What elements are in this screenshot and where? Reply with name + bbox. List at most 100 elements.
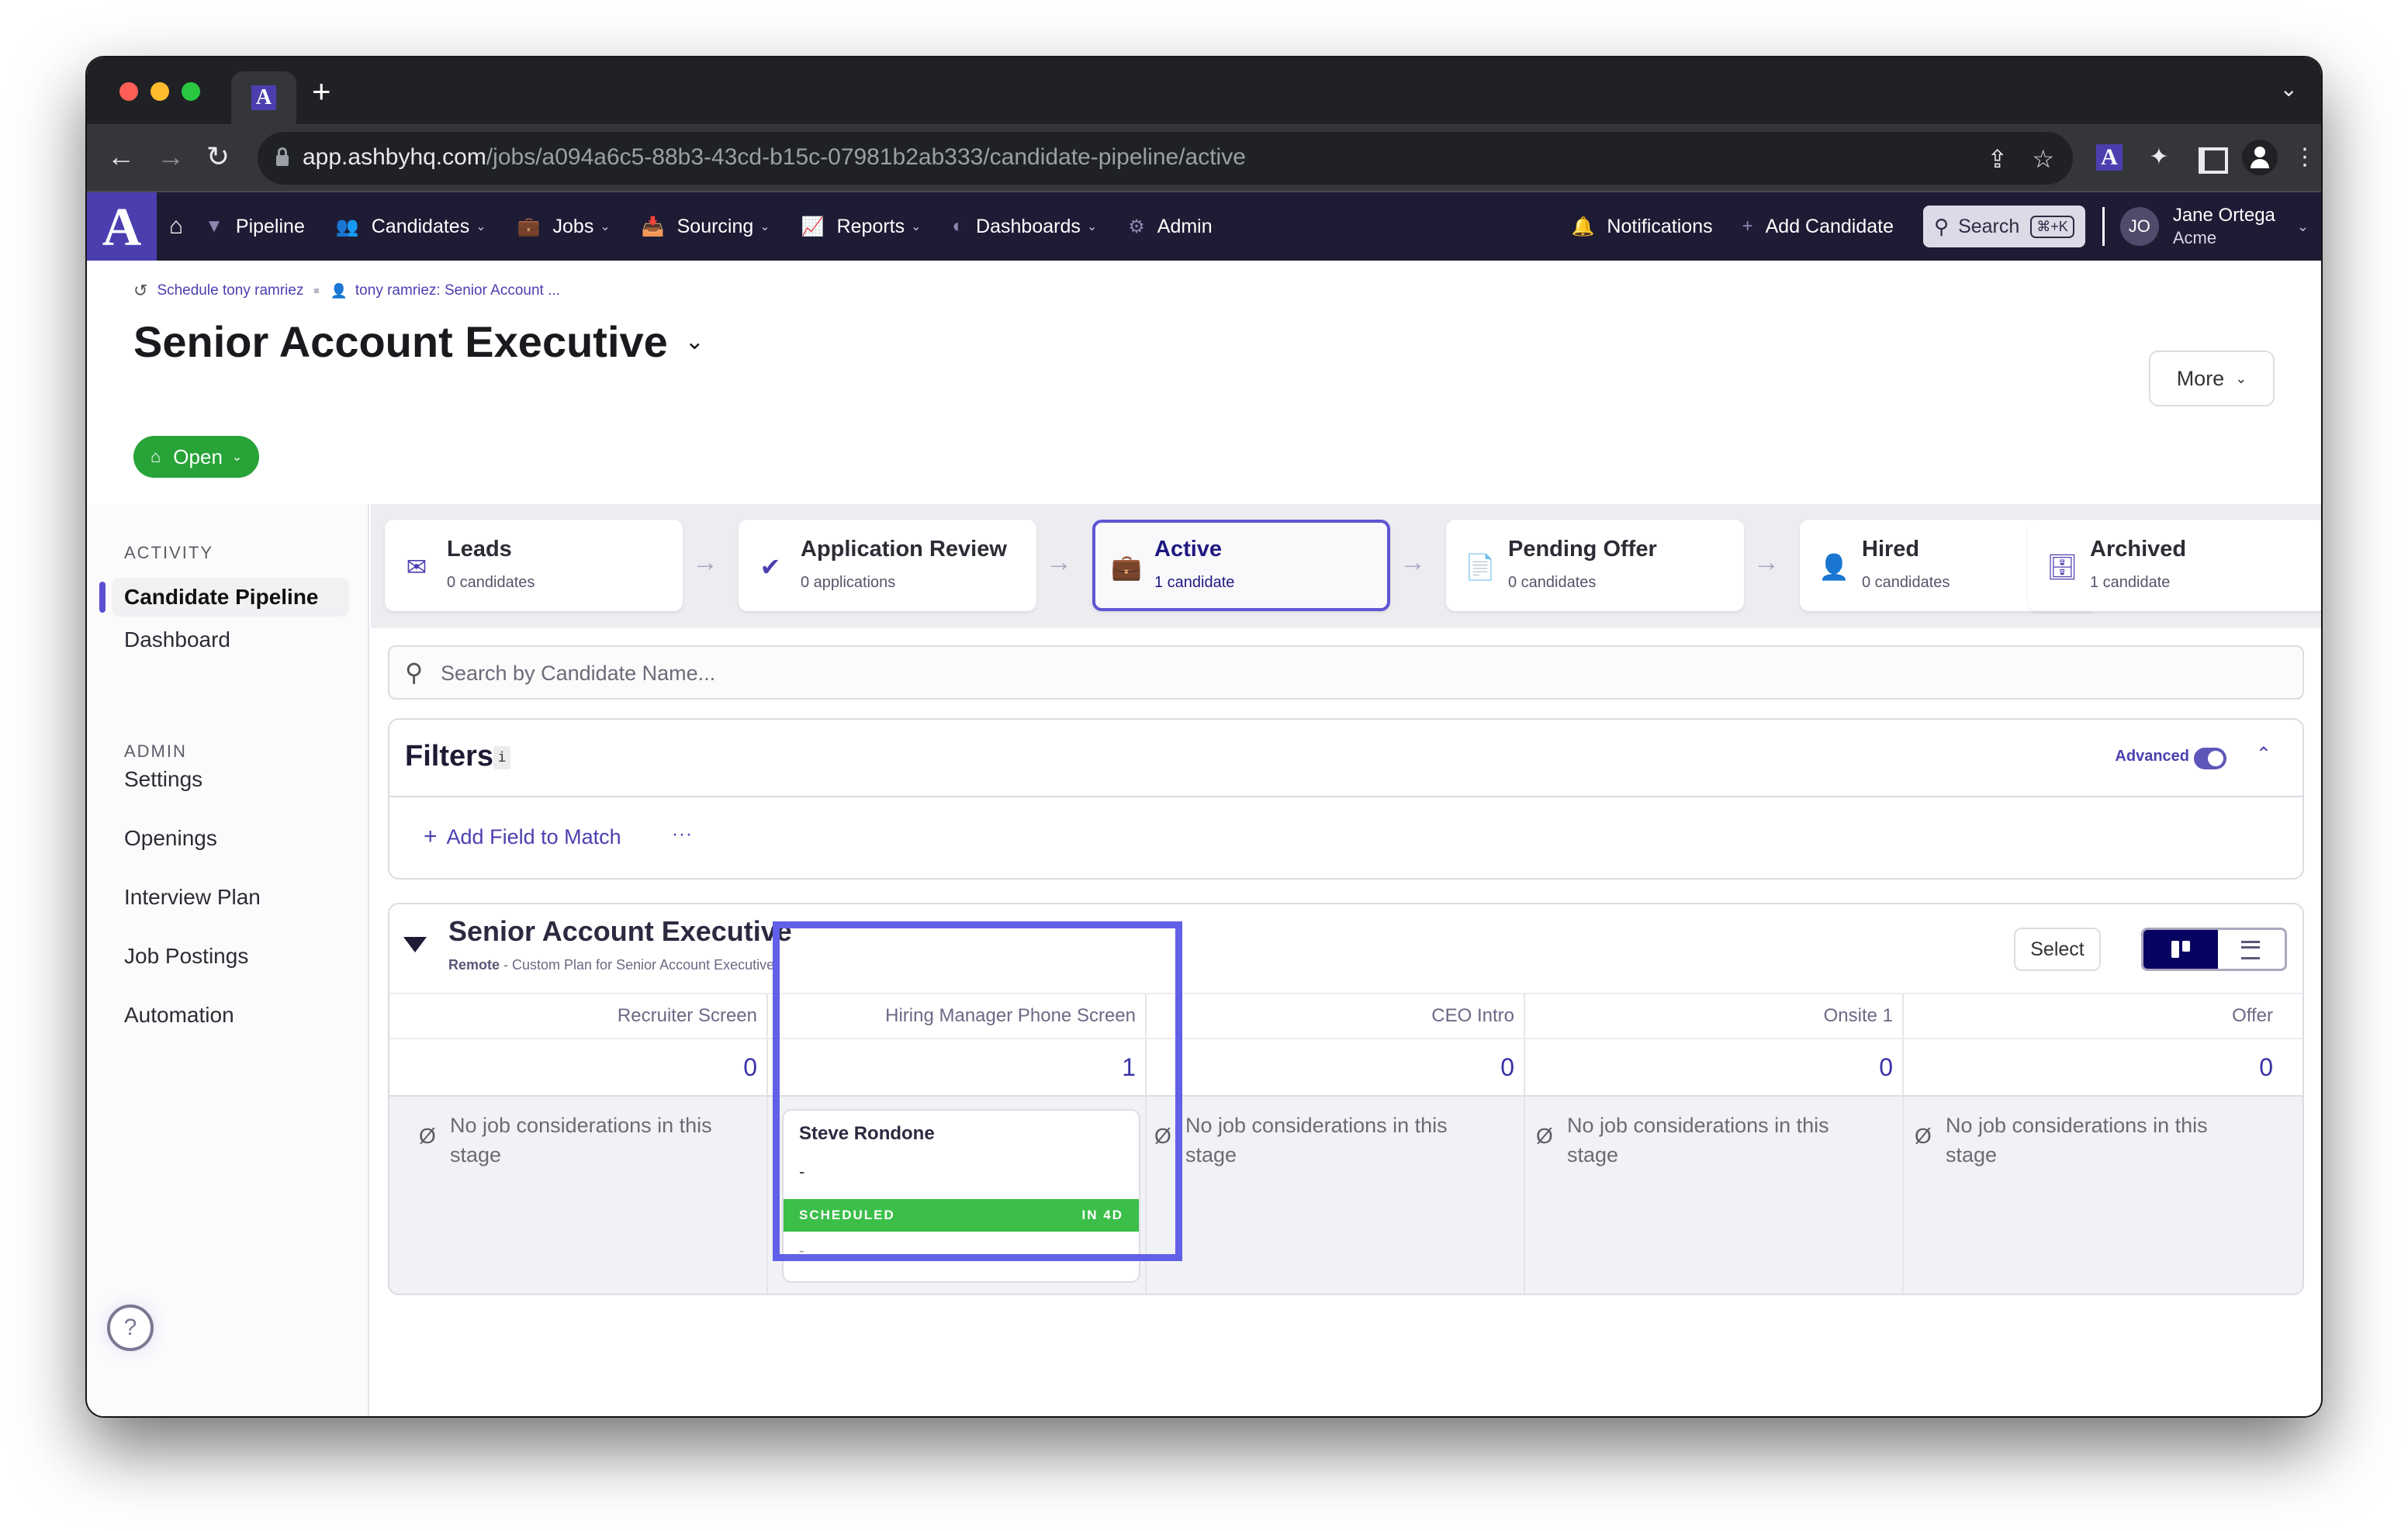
add-candidate-button[interactable]: + Add Candidate bbox=[1742, 216, 1894, 238]
status-label: Open bbox=[173, 444, 223, 468]
active-indicator bbox=[99, 582, 106, 613]
candidate-card[interactable]: Steve Rondone - SCHEDULED IN 4D - bbox=[782, 1109, 1140, 1283]
chevron-down-icon: ⌄ bbox=[911, 220, 922, 233]
select-button[interactable]: Select bbox=[2014, 928, 2101, 971]
column-name: Offer bbox=[2232, 1005, 2273, 1026]
close-window-button[interactable] bbox=[119, 82, 138, 101]
global-search-button[interactable]: ⚲ Search ⌘+K bbox=[1923, 206, 2085, 247]
chevron-up-icon[interactable]: ⌃ bbox=[2256, 743, 2271, 766]
plan-header: Senior Account Executive Remote - Custom… bbox=[389, 904, 2302, 994]
maximize-window-button[interactable] bbox=[182, 82, 200, 101]
column-count: 1 bbox=[1122, 1053, 1136, 1081]
breadcrumb-separator bbox=[314, 289, 320, 293]
user-avatar[interactable]: JO bbox=[2119, 207, 2159, 246]
stage-count: 0 candidates bbox=[1508, 574, 1597, 591]
column-count-cell: 0 bbox=[1525, 1039, 1904, 1095]
help-button[interactable]: ? bbox=[107, 1305, 154, 1351]
nav-divider bbox=[2102, 207, 2105, 246]
nav-admin[interactable]: ⚙ Admin bbox=[1128, 216, 1212, 238]
address-bar[interactable]: app.ashbyhq.com/jobs/a094a6c5-88b3-43cd-… bbox=[258, 132, 2073, 185]
notifications-button[interactable]: 🔔 Notifications bbox=[1572, 216, 1713, 238]
tab-search-chevron-icon[interactable]: ⌄ bbox=[2280, 76, 2298, 102]
side-panel-icon[interactable] bbox=[2195, 144, 2228, 174]
stage-name: Pending Offer bbox=[1508, 537, 1657, 562]
nav-sourcing[interactable]: 📥 Sourcing ⌄ bbox=[642, 216, 770, 238]
nav-dashboards[interactable]: ◐ Dashboards ⌄ bbox=[953, 216, 1098, 238]
chevron-down-icon: ⌄ bbox=[2235, 370, 2247, 386]
advanced-toggle[interactable] bbox=[2194, 748, 2226, 769]
url-text[interactable]: app.ashbyhq.com/jobs/a094a6c5-88b3-43cd-… bbox=[303, 144, 1246, 171]
collapse-caret-icon[interactable] bbox=[403, 937, 427, 952]
briefcase-icon: 💼 bbox=[517, 216, 541, 237]
ashby-extension-icon[interactable]: A bbox=[2096, 144, 2123, 171]
reload-icon[interactable]: ↻ bbox=[206, 141, 230, 172]
interview-plan-board: Senior Account Executive Remote - Custom… bbox=[388, 903, 2304, 1295]
nav-pipeline[interactable]: ▼ Pipeline bbox=[205, 216, 305, 238]
chevron-down-icon: ⌄ bbox=[476, 220, 486, 233]
column-body-recruiter-screen: Ø No job considerations in this stage bbox=[389, 1097, 768, 1294]
sidebar-item-job-postings[interactable]: Job Postings bbox=[112, 937, 349, 976]
sidebar-item-candidate-pipeline[interactable]: Candidate Pipeline bbox=[112, 578, 349, 617]
more-button[interactable]: More ⌄ bbox=[2149, 351, 2275, 406]
sidebar-item-automation[interactable]: Automation bbox=[112, 996, 349, 1035]
list-view-icon[interactable] bbox=[2218, 930, 2285, 969]
sidebar-item-dashboard[interactable]: Dashboard bbox=[112, 620, 349, 659]
more-label: More bbox=[2176, 366, 2225, 390]
search-label: Search bbox=[1958, 215, 2020, 237]
sidebar: ACTIVITY Candidate Pipeline Dashboard AD… bbox=[87, 504, 369, 1416]
add-field-to-match-button[interactable]: + Add Field to Match bbox=[424, 824, 621, 850]
column-count: 0 bbox=[1879, 1053, 1893, 1081]
empty-state-text: No job considerations in this stage bbox=[1185, 1114, 1448, 1166]
sidebar-item-interview-plan[interactable]: Interview Plan bbox=[112, 878, 349, 917]
nav-candidates[interactable]: 👥 Candidates ⌄ bbox=[336, 216, 486, 238]
stage-pending-offer[interactable]: 📄 Pending Offer 0 candidates bbox=[1446, 520, 1744, 611]
user-org: Acme bbox=[2172, 228, 2217, 247]
bookmark-star-icon[interactable]: ☆ bbox=[2032, 144, 2054, 174]
chart-icon: 📈 bbox=[801, 216, 825, 237]
back-arrow-icon[interactable]: ← bbox=[107, 141, 135, 172]
search-icon: ⚲ bbox=[405, 658, 424, 686]
new-tab-button[interactable]: + bbox=[312, 73, 331, 110]
column-body-ceo-intro: Ø No job considerations in this stage bbox=[1147, 1097, 1525, 1294]
browser-menu-icon[interactable]: ⋮ bbox=[2292, 144, 2318, 171]
info-icon[interactable]: i bbox=[493, 746, 510, 769]
minimize-window-button[interactable] bbox=[150, 82, 169, 101]
stage-active[interactable]: 💼 Active 1 candidate bbox=[1092, 520, 1390, 611]
empty-set-icon: Ø bbox=[1154, 1124, 1171, 1148]
sidebar-item-openings[interactable]: Openings bbox=[112, 819, 349, 858]
home-icon[interactable]: ⌂ bbox=[169, 213, 183, 240]
stage-name: Leads bbox=[447, 537, 512, 562]
chevron-down-icon[interactable]: ⌄ bbox=[2297, 219, 2309, 235]
column-body-offer: Ø No job considerations in this stage bbox=[1904, 1097, 2282, 1294]
sidebar-item-settings[interactable]: Settings bbox=[112, 760, 349, 799]
breadcrumb-item[interactable]: Schedule tony ramriez bbox=[157, 282, 303, 299]
job-title-dropdown[interactable]: Senior Account Executive ⌄ bbox=[133, 316, 704, 367]
more-options-icon[interactable]: ··· bbox=[672, 824, 693, 845]
nav-pipeline-label: Pipeline bbox=[235, 215, 305, 237]
empty-state-text: No job considerations in this stage bbox=[1567, 1114, 1829, 1166]
stage-leads[interactable]: ✉ Leads 0 candidates bbox=[385, 520, 683, 611]
nav-reports[interactable]: 📈 Reports ⌄ bbox=[801, 216, 922, 238]
share-icon[interactable]: ⇪ bbox=[1987, 144, 2008, 174]
column-header: CEO Intro bbox=[1147, 994, 1525, 1038]
job-status-dropdown[interactable]: ⌂ Open ⌄ bbox=[133, 436, 260, 478]
plan-title: Senior Account Executive bbox=[448, 915, 792, 947]
nav-jobs[interactable]: 💼 Jobs ⌄ bbox=[517, 216, 611, 238]
browser-tab-ashby[interactable]: A bbox=[231, 71, 296, 124]
board-view-icon[interactable] bbox=[2143, 930, 2218, 969]
ashby-favicon-icon: A bbox=[251, 85, 276, 110]
document-check-icon: ✔ bbox=[759, 553, 781, 581]
candidate-search-input[interactable] bbox=[441, 656, 2225, 690]
column-count: 0 bbox=[2259, 1053, 2273, 1081]
forward-arrow-icon[interactable]: → bbox=[157, 141, 185, 172]
extensions-puzzle-icon[interactable]: ✦ bbox=[2146, 144, 2172, 171]
stage-archived[interactable]: 🗄 Archived 1 candidate bbox=[2028, 520, 2321, 611]
user-menu[interactable]: Jane Ortega Acme bbox=[2173, 204, 2275, 249]
profile-icon[interactable] bbox=[2242, 140, 2278, 175]
breadcrumb-item[interactable]: tony ramriez: Senior Account ... bbox=[355, 282, 560, 299]
stage-name: Archived bbox=[2090, 537, 2187, 562]
stage-application-review[interactable]: ✔ Application Review 0 applications bbox=[739, 520, 1036, 611]
ashby-logo[interactable]: A bbox=[87, 192, 157, 261]
due-label: IN 4D bbox=[1081, 1208, 1123, 1222]
nav-admin-label: Admin bbox=[1157, 215, 1213, 237]
